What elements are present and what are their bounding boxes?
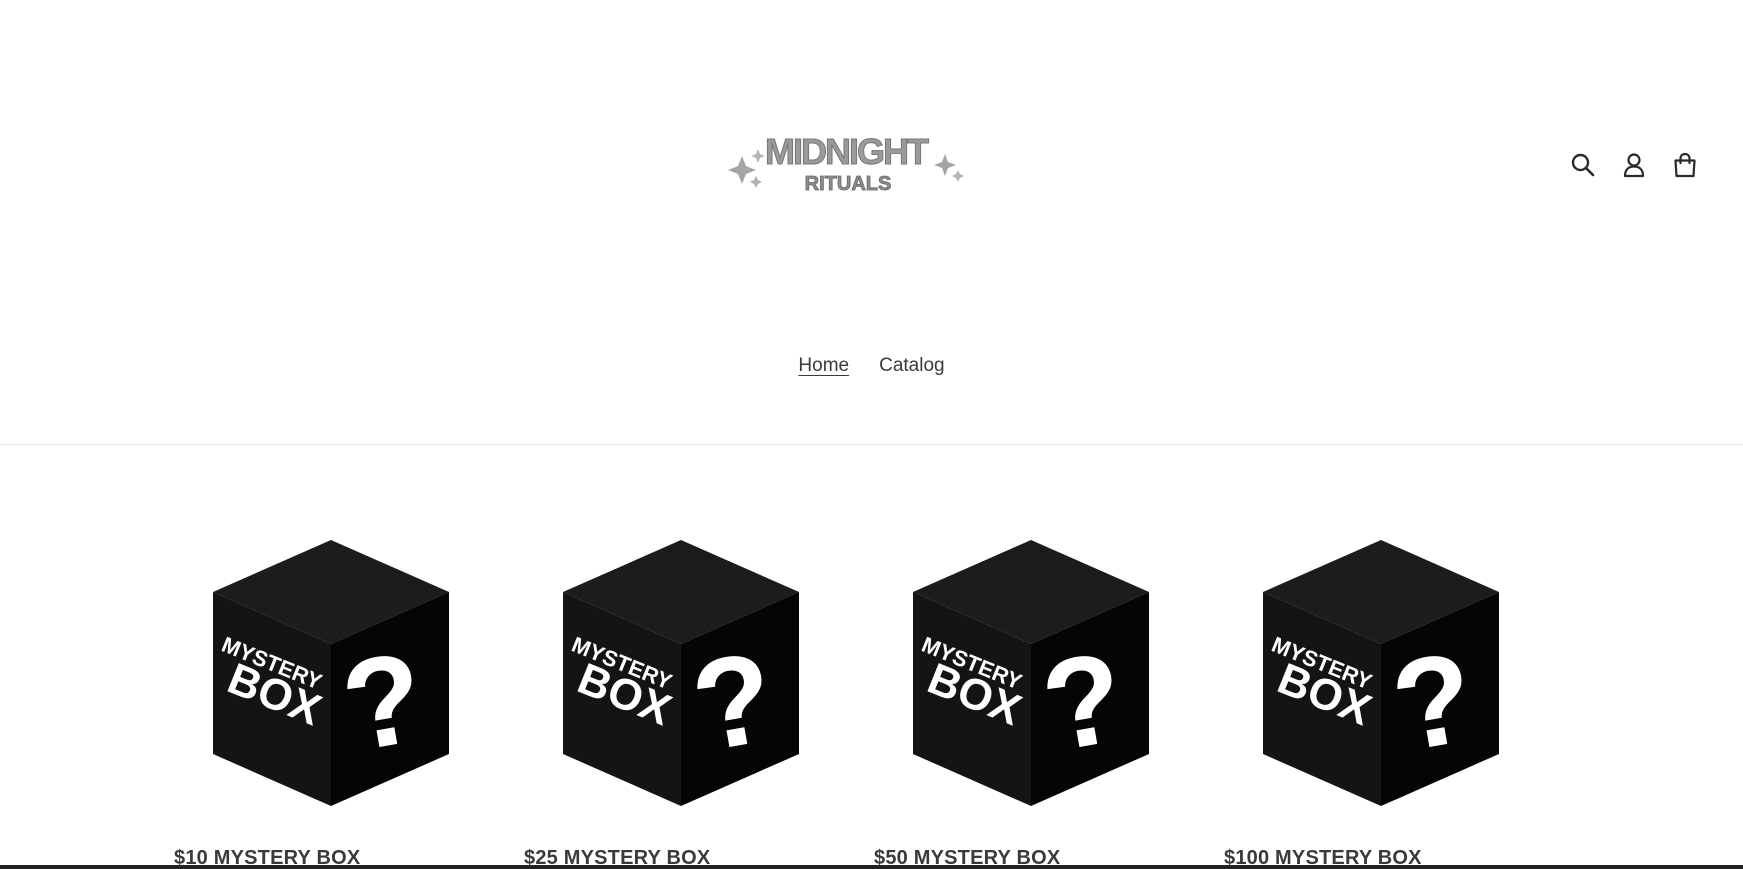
mystery-box-image: MYSTERY BOX ?: [563, 540, 799, 806]
search-icon: [1571, 153, 1595, 177]
storefront-page: MIDNIGHT RITUALS Home Catalog MYSTERY BO…: [0, 0, 1743, 869]
search-button[interactable]: [1566, 148, 1600, 182]
window-bottom-edge: [0, 865, 1743, 869]
product-card[interactable]: MYSTERY BOX ? $100 MYSTERY BOX: [1224, 535, 1524, 869]
store-logo-image: MIDNIGHT RITUALS: [728, 131, 964, 195]
product-image[interactable]: MYSTERY BOX ?: [211, 540, 451, 806]
cart-button[interactable]: [1668, 148, 1702, 182]
nav-item-home[interactable]: Home: [798, 355, 849, 377]
product-image[interactable]: MYSTERY BOX ?: [1261, 540, 1501, 806]
product-image[interactable]: MYSTERY BOX ?: [911, 540, 1151, 806]
mystery-box-image: MYSTERY BOX ?: [1263, 540, 1499, 806]
product-grid: MYSTERY BOX ? $10 MYSTERY BOX MYSTERY BO…: [174, 535, 1574, 869]
mystery-box-image: MYSTERY BOX ?: [213, 540, 449, 806]
logo-text-bottom: RITUALS: [805, 173, 892, 195]
product-card[interactable]: MYSTERY BOX ? $10 MYSTERY BOX: [174, 535, 474, 869]
product-card[interactable]: MYSTERY BOX ? $50 MYSTERY BOX: [874, 535, 1174, 869]
header-divider: [0, 444, 1743, 445]
nav-item-catalog[interactable]: Catalog: [879, 355, 945, 377]
main-navigation: Home Catalog: [0, 355, 1743, 377]
site-header: MIDNIGHT RITUALS Home Catalog: [0, 0, 1743, 445]
mystery-box-image: MYSTERY BOX ?: [913, 540, 1149, 806]
account-button[interactable]: [1617, 148, 1651, 182]
product-image[interactable]: MYSTERY BOX ?: [561, 540, 801, 806]
logo-text-top: MIDNIGHT: [765, 131, 929, 172]
product-card[interactable]: MYSTERY BOX ? $25 MYSTERY BOX: [524, 535, 824, 869]
cart-icon: [1674, 152, 1696, 178]
account-icon: [1623, 153, 1645, 178]
store-logo[interactable]: MIDNIGHT RITUALS: [720, 122, 965, 200]
